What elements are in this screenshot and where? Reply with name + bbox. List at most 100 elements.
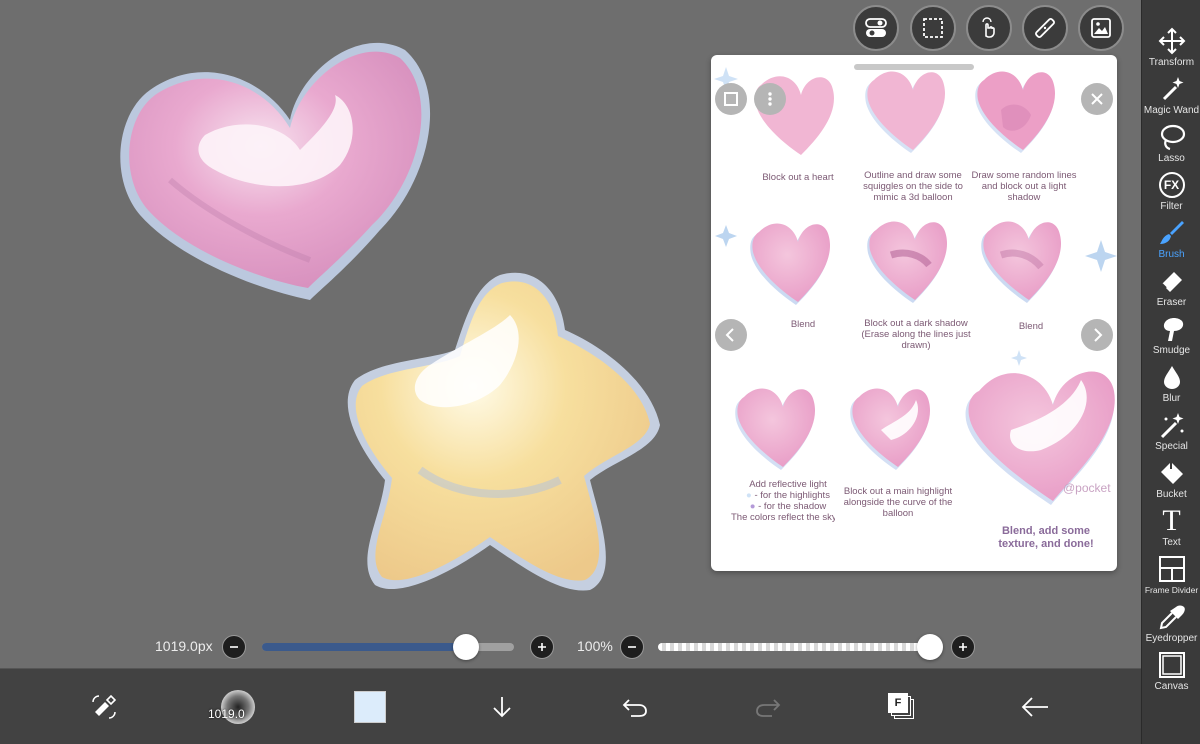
- tool-magic-wand[interactable]: Magic Wand: [1142, 74, 1200, 122]
- tool-filter[interactable]: FX Filter: [1142, 170, 1200, 218]
- layers-icon: F: [888, 693, 916, 721]
- brush-size-button[interactable]: 1019.0: [208, 679, 266, 735]
- tool-smudge[interactable]: Smudge: [1142, 314, 1200, 362]
- arrow-left-icon: [1021, 697, 1048, 717]
- smudge-icon: [1157, 314, 1187, 344]
- tool-label: Text: [1162, 537, 1181, 548]
- brush-size-decrease-button[interactable]: [222, 635, 246, 659]
- color-swatch: [354, 691, 386, 723]
- tool-label: Frame Divider: [1144, 585, 1199, 595]
- tool-eyedropper[interactable]: Eyedropper: [1142, 602, 1200, 650]
- undo-button[interactable]: [607, 679, 663, 735]
- reference-caption: Block out a main highlight alongside the…: [843, 486, 953, 519]
- chevron-right-icon: [1094, 328, 1103, 342]
- app: Block out a heart Outline and draw some …: [0, 0, 1200, 744]
- reference-caption: Blend, add some texture, and done!: [998, 525, 1094, 550]
- tool-bucket[interactable]: Bucket: [1142, 458, 1200, 506]
- chevron-left-icon: [725, 328, 734, 342]
- tool-label: Canvas: [1154, 681, 1189, 692]
- tool-eraser[interactable]: Eraser: [1142, 266, 1200, 314]
- tool-label: Brush: [1158, 249, 1185, 260]
- reference-caption: Block out a heart: [762, 172, 834, 183]
- reference-image-panel[interactable]: Block out a heart Outline and draw some …: [711, 55, 1117, 571]
- brush-size-label: 1019.0px: [155, 638, 213, 654]
- material-icon[interactable]: [1078, 5, 1124, 51]
- reference-caption: Blend: [1018, 321, 1044, 332]
- reference-caption: Block out a dark shadow (Erase along the…: [861, 318, 971, 351]
- tool-label: Blur: [1162, 393, 1181, 404]
- brush-size-readout: 1019.0: [208, 707, 245, 721]
- tool-label: Filter: [1160, 201, 1183, 212]
- opacity-label: 100%: [577, 638, 613, 654]
- bucket-icon: [1157, 458, 1187, 488]
- tool-frame-divider[interactable]: Frame Divider: [1142, 554, 1200, 602]
- tool-brush[interactable]: Brush: [1142, 218, 1200, 266]
- selection-icon[interactable]: [910, 5, 956, 51]
- toggle-icon[interactable]: [853, 5, 899, 51]
- frame-divider-icon: [1157, 554, 1187, 584]
- more-vertical-icon: [768, 92, 772, 106]
- reference-frame-button[interactable]: [715, 83, 747, 115]
- tool-label: Magic Wand: [1143, 105, 1200, 116]
- tool-label: Smudge: [1152, 345, 1191, 356]
- color-button[interactable]: [342, 679, 398, 735]
- reference-watermark: @pocket: [1063, 481, 1111, 495]
- gesture-icon[interactable]: [966, 5, 1012, 51]
- reference-more-button[interactable]: [754, 83, 786, 115]
- magic-wand-icon: [1157, 74, 1187, 104]
- opacity-decrease-button[interactable]: [620, 635, 644, 659]
- brush-size-slider-fill: [262, 643, 467, 651]
- eraser-icon: [1157, 266, 1187, 296]
- opacity-slider-knob[interactable]: [917, 634, 943, 660]
- tool-lasso[interactable]: Lasso: [1142, 122, 1200, 170]
- reference-caption: Add reflective light: [749, 479, 827, 490]
- ruler-icon[interactable]: [1022, 5, 1068, 51]
- tool-blur[interactable]: Blur: [1142, 362, 1200, 410]
- heart-balloon-drawing: [120, 42, 431, 300]
- star-balloon-drawing: [347, 272, 660, 591]
- reference-caption: Draw some random lines and block out a l…: [971, 170, 1077, 203]
- reference-next-button[interactable]: [1081, 319, 1113, 351]
- opacity-increase-button[interactable]: [951, 635, 975, 659]
- brush-size-increase-button[interactable]: [530, 635, 554, 659]
- tool-special[interactable]: Special: [1142, 410, 1200, 458]
- bottom-toolbar: 1019.0 F: [0, 668, 1141, 744]
- tool-label: Eraser: [1156, 297, 1187, 308]
- tool-label: Transform: [1148, 57, 1195, 68]
- redo-button[interactable]: [740, 679, 796, 735]
- brush-icon: [1157, 218, 1187, 248]
- brush-size-slider-knob[interactable]: [453, 634, 480, 660]
- tool-label: Lasso: [1158, 153, 1185, 164]
- reference-caption: Blend: [790, 319, 816, 330]
- reference-drag-handle[interactable]: [854, 64, 974, 70]
- minus-icon: [230, 646, 238, 648]
- reference-close-button[interactable]: [1081, 83, 1113, 115]
- opacity-slider[interactable]: [658, 643, 940, 651]
- undo-icon: [622, 699, 647, 717]
- fx-icon: FX: [1157, 170, 1187, 200]
- text-icon: T: [1162, 504, 1181, 537]
- transform-icon: [1157, 26, 1187, 56]
- tool-canvas[interactable]: Canvas: [1142, 650, 1200, 698]
- tool-label: Special: [1155, 441, 1188, 452]
- special-icon: [1157, 410, 1187, 440]
- lasso-icon: [1157, 122, 1187, 152]
- reference-prev-button[interactable]: [715, 319, 747, 351]
- canvas-icon: [1157, 650, 1187, 680]
- layers-button[interactable]: F: [874, 679, 930, 735]
- reference-caption: ● - for the highlights: [746, 490, 830, 501]
- square-icon: [724, 92, 738, 106]
- brush-eraser-swap-icon: [92, 694, 117, 719]
- quick-access-button[interactable]: [76, 679, 132, 735]
- blur-icon: [1157, 362, 1187, 392]
- tool-transform[interactable]: Transform: [1142, 26, 1200, 74]
- plus-icon: [959, 643, 967, 651]
- eyedropper-icon: [1157, 602, 1187, 632]
- tool-text[interactable]: T Text: [1142, 506, 1200, 554]
- reference-caption: Outline and draw some squiggles on the s…: [863, 170, 963, 203]
- back-button[interactable]: [1007, 679, 1063, 735]
- layer-down-button[interactable]: [474, 679, 530, 735]
- arrow-down-icon: [493, 697, 511, 718]
- reference-caption: The colors reflect the sky: [731, 512, 835, 523]
- tool-label: Bucket: [1156, 489, 1187, 500]
